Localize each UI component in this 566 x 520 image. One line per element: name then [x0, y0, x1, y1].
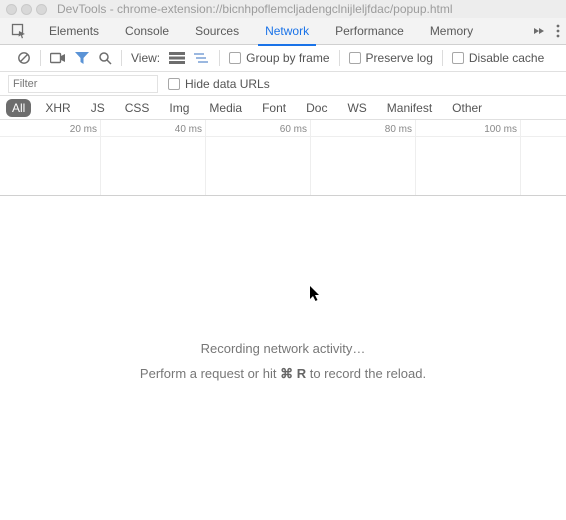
- inspect-element-icon[interactable]: [2, 18, 36, 44]
- tab-sources[interactable]: Sources: [186, 18, 248, 45]
- separator: [442, 50, 443, 66]
- type-media[interactable]: Media: [203, 99, 248, 117]
- hide-data-urls-label: Hide data URLs: [185, 77, 270, 91]
- traffic-light-close[interactable]: [6, 4, 17, 15]
- tab-elements[interactable]: Elements: [40, 18, 108, 45]
- hide-data-urls-checkbox[interactable]: Hide data URLs: [168, 77, 270, 91]
- network-toolbar: View: Group by frame Preserve log Disabl…: [0, 45, 566, 72]
- traffic-light-minimize[interactable]: [21, 4, 32, 15]
- filter-bar: Hide data URLs: [0, 72, 566, 96]
- window-title: DevTools - chrome-extension://bicnhpofle…: [57, 2, 453, 16]
- request-type-bar: All XHR JS CSS Img Media Font Doc WS Man…: [0, 96, 566, 120]
- recording-status-text: Recording network activity…: [0, 341, 566, 356]
- timeline-tick: 80 ms: [385, 124, 415, 135]
- shortcut-key: ⌘ R: [280, 366, 306, 381]
- group-by-frame-checkbox[interactable]: Group by frame: [229, 51, 329, 65]
- cursor-icon: [310, 286, 322, 302]
- more-tabs-icon[interactable]: [532, 25, 544, 37]
- timeline-tick: 100 ms: [484, 124, 520, 135]
- type-manifest[interactable]: Manifest: [381, 99, 438, 117]
- tab-performance[interactable]: Performance: [326, 18, 413, 45]
- filter-icon[interactable]: [75, 52, 89, 64]
- type-xhr[interactable]: XHR: [39, 99, 76, 117]
- tab-console[interactable]: Console: [116, 18, 178, 45]
- separator: [219, 50, 220, 66]
- kebab-menu-icon[interactable]: [556, 24, 560, 38]
- view-label: View:: [131, 51, 160, 65]
- traffic-light-zoom[interactable]: [36, 4, 47, 15]
- separator: [121, 50, 122, 66]
- large-rows-icon[interactable]: [169, 52, 185, 64]
- timeline-overview[interactable]: 20 ms 40 ms 60 ms 80 ms 100 ms: [0, 120, 566, 196]
- type-css[interactable]: CSS: [119, 99, 156, 117]
- search-icon[interactable]: [98, 51, 112, 65]
- timeline-tick: 40 ms: [175, 124, 205, 135]
- type-doc[interactable]: Doc: [300, 99, 333, 117]
- timeline-tick: 20 ms: [70, 124, 100, 135]
- preserve-log-label: Preserve log: [366, 51, 433, 65]
- tab-memory[interactable]: Memory: [421, 18, 482, 45]
- window-titlebar: DevTools - chrome-extension://bicnhpofle…: [0, 0, 566, 18]
- camera-icon[interactable]: [50, 52, 66, 64]
- network-request-area: Recording network activity… Perform a re…: [0, 196, 566, 516]
- tab-network[interactable]: Network: [256, 18, 318, 45]
- type-all[interactable]: All: [6, 99, 31, 117]
- group-by-frame-label: Group by frame: [246, 51, 329, 65]
- preserve-log-checkbox[interactable]: Preserve log: [349, 51, 433, 65]
- timeline-tick: 60 ms: [280, 124, 310, 135]
- devtools-tabbar: Elements Console Sources Network Perform…: [0, 18, 566, 45]
- waterfall-icon[interactable]: [194, 52, 210, 64]
- separator: [40, 50, 41, 66]
- type-img[interactable]: Img: [163, 99, 195, 117]
- recording-hint-text: Perform a request or hit ⌘ R to record t…: [0, 366, 566, 382]
- filter-input[interactable]: [8, 75, 158, 93]
- type-js[interactable]: JS: [85, 99, 111, 117]
- disable-cache-label: Disable cache: [469, 51, 544, 65]
- separator: [339, 50, 340, 66]
- clear-icon[interactable]: [17, 51, 31, 65]
- type-other[interactable]: Other: [446, 99, 488, 117]
- type-ws[interactable]: WS: [341, 99, 372, 117]
- disable-cache-checkbox[interactable]: Disable cache: [452, 51, 544, 65]
- type-font[interactable]: Font: [256, 99, 292, 117]
